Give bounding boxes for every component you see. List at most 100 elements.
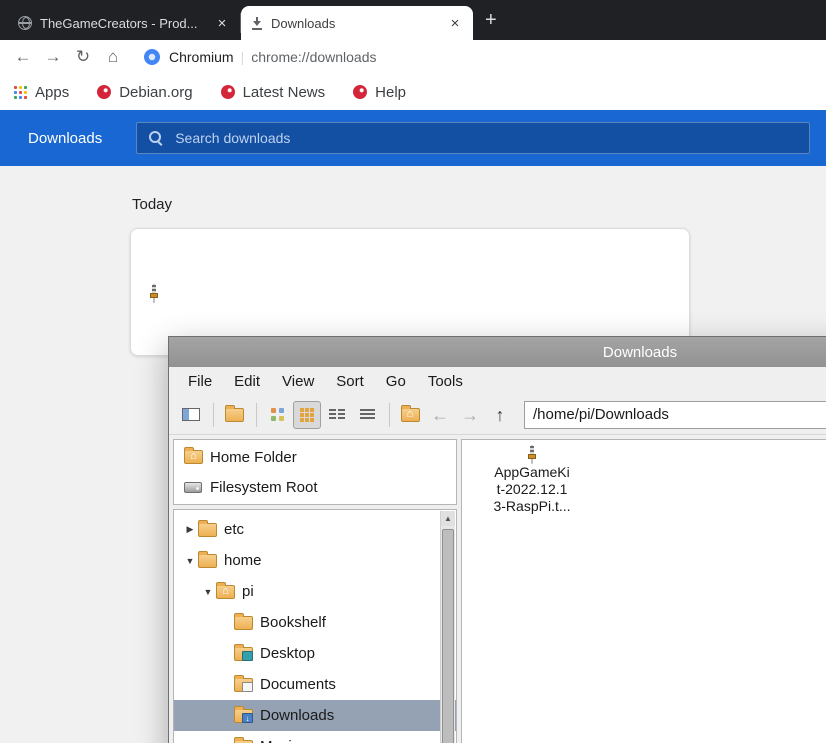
menu-edit[interactable]: Edit: [223, 373, 271, 390]
bookmark-apps[interactable]: Apps: [14, 84, 69, 101]
window-titlebar[interactable]: Downloads: [169, 337, 826, 367]
tab-title: TheGameCreators - Prod...: [40, 16, 206, 31]
tree-item-downloads[interactable]: ↓ Downloads: [174, 700, 456, 731]
close-icon[interactable]: ×: [447, 15, 463, 32]
window-pane-icon: [182, 408, 200, 421]
menu-view[interactable]: View: [271, 373, 325, 390]
up-button[interactable]: ↑: [486, 401, 514, 429]
compact-list-icon: [329, 408, 345, 421]
download-icon: [251, 17, 263, 30]
tree-scrollbar[interactable]: ▲ ▼: [440, 511, 455, 743]
screen: TheGameCreators - Prod... × Downloads × …: [0, 0, 826, 743]
reload-button[interactable]: ↻: [68, 47, 98, 67]
bookmark-latest-news[interactable]: Latest News: [221, 84, 326, 101]
tab-downloads[interactable]: Downloads ×: [241, 6, 473, 40]
place-label: Home Folder: [210, 449, 297, 466]
home-button[interactable]: ⌂: [98, 47, 128, 67]
detail-list-icon: [360, 408, 375, 421]
tree-item-bookshelf[interactable]: Bookshelf: [174, 607, 456, 638]
new-tab-button[interactable]: +: [485, 9, 497, 32]
news-icon: [221, 85, 235, 99]
bookmark-label: Debian.org: [119, 84, 192, 101]
menu-bar: File Edit View Sort Go Tools: [169, 367, 826, 395]
archive-icon: [153, 284, 155, 303]
menu-sort[interactable]: Sort: [325, 373, 375, 390]
compact-view-button[interactable]: [323, 401, 351, 429]
globe-icon: [18, 16, 32, 30]
back-button[interactable]: ←: [8, 47, 38, 67]
archive-icon: [531, 445, 533, 464]
tree-item-desktop[interactable]: Desktop: [174, 638, 456, 669]
new-folder-button[interactable]: [220, 401, 248, 429]
filesystem-icon: [184, 482, 202, 493]
file-name: AppGameKi t-2022.12.1 3-RaspPi.t...: [484, 464, 580, 515]
file-manager-window: Downloads File Edit View Sort Go Tools: [168, 336, 826, 743]
expander-icon[interactable]: ▼: [200, 587, 216, 597]
nav-bar: ← → ↻ ⌂ Chromium | chrome://downloads: [0, 40, 826, 74]
tree-item-etc[interactable]: ▶ etc: [174, 514, 456, 545]
bookmark-label: Apps: [35, 84, 69, 101]
tree-item-home[interactable]: ▼ home: [174, 545, 456, 576]
help-icon: [353, 85, 367, 99]
folder-icon: [198, 554, 217, 568]
home-folder-icon: ⌂: [401, 408, 420, 422]
address-divider: |: [241, 49, 245, 65]
path-input[interactable]: [524, 401, 826, 429]
bookmarks-bar: Apps Debian.org Latest News Help: [0, 74, 826, 110]
tree-label: Bookshelf: [260, 614, 326, 631]
toolbar-separator: [213, 403, 214, 427]
close-icon[interactable]: ×: [214, 15, 230, 32]
address-url: chrome://downloads: [251, 49, 376, 65]
place-filesystem-root[interactable]: Filesystem Root: [174, 472, 456, 502]
places-list: ⌂ Home Folder Filesystem Root: [173, 439, 457, 505]
expander-icon[interactable]: ▶: [182, 524, 198, 535]
address-bar[interactable]: Chromium | chrome://downloads: [134, 43, 818, 71]
tree-label: Desktop: [260, 645, 315, 662]
tree-item-pi[interactable]: ▼ ⌂ pi: [174, 576, 456, 607]
tree-item-documents[interactable]: Documents: [174, 669, 456, 700]
expander-icon[interactable]: ▼: [182, 556, 198, 566]
tree-item-music[interactable]: ♪ Music: [174, 731, 456, 743]
scrollbar-thumb[interactable]: [442, 529, 454, 743]
search-input[interactable]: [175, 130, 797, 146]
downloads-folder-icon: ↓: [234, 709, 253, 723]
bookmark-debian[interactable]: Debian.org: [97, 84, 192, 101]
icon-grid-icon: [300, 408, 314, 422]
tree-label: Downloads: [260, 707, 334, 724]
tab-thegamecreators[interactable]: TheGameCreators - Prod... ×: [8, 6, 240, 40]
toolbar-separator: [389, 403, 390, 427]
forward-button[interactable]: →: [38, 47, 68, 67]
downloads-search[interactable]: [136, 122, 810, 154]
desktop-folder-icon: [234, 647, 253, 661]
folder-icon: [234, 616, 253, 630]
file-view: AppGameKi t-2022.12.1 3-RaspPi.t...: [461, 439, 826, 743]
tab-title: Downloads: [271, 16, 439, 31]
bookmark-help[interactable]: Help: [353, 84, 406, 101]
window-title: Downloads: [603, 344, 677, 361]
forward-button[interactable]: →: [456, 401, 484, 429]
toolbar-separator: [256, 403, 257, 427]
menu-tools[interactable]: Tools: [417, 373, 474, 390]
bookmark-label: Latest News: [243, 84, 326, 101]
menu-go[interactable]: Go: [375, 373, 417, 390]
home-folder-button[interactable]: ⌂: [396, 401, 424, 429]
back-button[interactable]: ←: [426, 401, 454, 429]
place-home-folder[interactable]: ⌂ Home Folder: [174, 442, 456, 472]
detailed-view-button[interactable]: [353, 401, 381, 429]
window-body: ⌂ Home Folder Filesystem Root ▶: [169, 435, 826, 743]
toolbar: ⌂ ← → ↑: [169, 395, 826, 435]
forward-icon: →: [461, 406, 479, 424]
folder-icon: [198, 523, 217, 537]
downloads-header: Downloads: [0, 110, 826, 166]
small-icons-icon: [271, 408, 284, 421]
icon-view-small-button[interactable]: [263, 401, 291, 429]
home-folder-icon: ⌂: [216, 585, 235, 599]
search-icon: [149, 131, 163, 145]
documents-folder-icon: [234, 678, 253, 692]
menu-file[interactable]: File: [177, 373, 223, 390]
icon-view-button[interactable]: [293, 401, 321, 429]
scroll-up-button[interactable]: ▲: [441, 511, 455, 526]
file-item-appgamekit[interactable]: AppGameKi t-2022.12.1 3-RaspPi.t...: [484, 446, 580, 515]
tree-label: Documents: [260, 676, 336, 693]
new-window-button[interactable]: [177, 401, 205, 429]
